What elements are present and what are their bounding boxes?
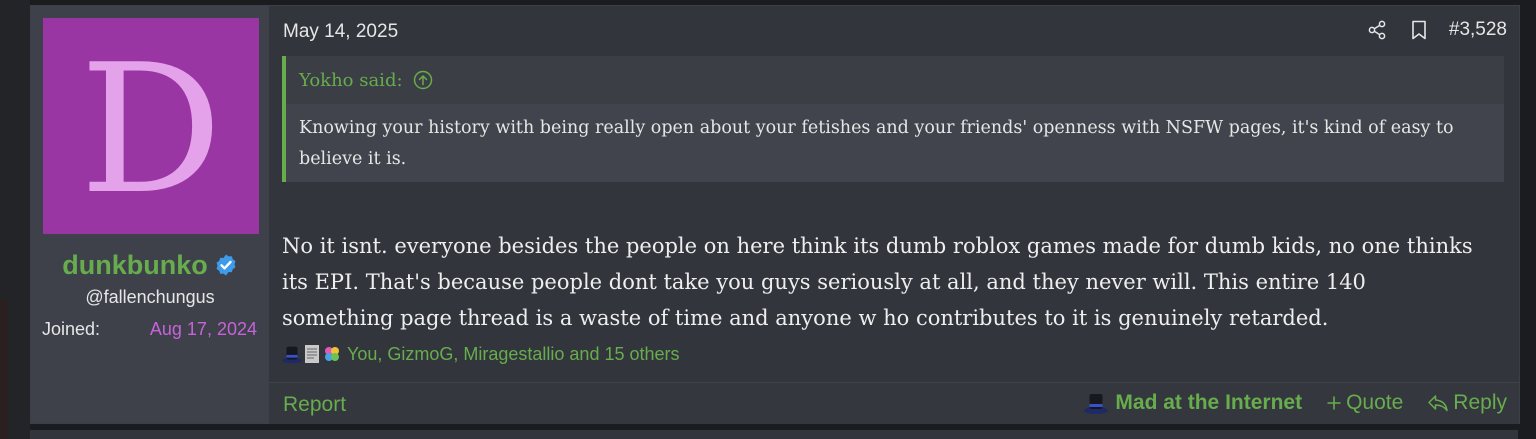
user-handle: @fallenchungus <box>85 287 215 307</box>
quote-author[interactable]: Yokho said: <box>299 70 403 91</box>
quote-text: Knowing your history with being really o… <box>299 118 1454 169</box>
post-message: No it isnt. everyone besides the people … <box>282 234 1473 330</box>
username-link[interactable]: dunkbunko <box>62 250 207 280</box>
reply-button[interactable]: Reply <box>1427 391 1507 415</box>
scroll-icon <box>301 343 323 365</box>
joined-label: Joined: <box>42 319 101 339</box>
plus-icon <box>1326 395 1342 411</box>
reply-arrow-icon <box>1427 393 1449 413</box>
post-footer: Report Mad at the Internet Quote Reply <box>269 382 1519 424</box>
quote-label: Quote <box>1346 391 1404 414</box>
post-date[interactable]: May 14, 2025 <box>283 21 398 43</box>
avatar[interactable]: D <box>43 18 259 234</box>
top-hat-icon <box>1083 391 1109 415</box>
verified-badge-icon <box>216 254 236 276</box>
puzzle-icon <box>321 343 343 365</box>
arrow-up-circle-icon[interactable] <box>413 70 433 90</box>
quote-header[interactable]: Yokho said: <box>286 56 1504 104</box>
reactions-bar[interactable]: You, GizmoG, Miragestallio and 15 others <box>281 343 680 365</box>
reactions-text[interactable]: You, GizmoG, Miragestallio and 15 others <box>347 344 680 365</box>
report-link[interactable]: Report <box>283 393 346 417</box>
quote-block: Yokho said: Knowing your history with be… <box>282 56 1504 182</box>
forum-post: D dunkbunko @fallenchungus Joined: Aug 1… <box>30 5 1520 424</box>
bookmark-icon[interactable] <box>1407 18 1431 42</box>
joined-date: Aug 17, 2024 <box>149 319 257 339</box>
reply-label: Reply <box>1453 391 1507 414</box>
left-page-edge <box>0 0 30 439</box>
share-icon[interactable] <box>1365 18 1389 42</box>
left-edge-shade <box>0 300 8 439</box>
reaction-label: Mad at the Internet <box>1115 391 1303 414</box>
post-actions: Mad at the Internet Quote Reply <box>1083 391 1507 415</box>
next-post-edge <box>30 430 1518 439</box>
post-content: May 14, 2025 #3,528 Yokho said: Knowing … <box>269 6 1519 424</box>
post-number-link[interactable]: #3,528 <box>1449 19 1507 41</box>
user-panel: D dunkbunko @fallenchungus Joined: Aug 1… <box>31 6 269 423</box>
top-hat-icon <box>281 343 303 365</box>
post-header-actions: #3,528 <box>1347 18 1507 42</box>
username-row: dunkbunko <box>31 250 269 281</box>
avatar-letter: D <box>79 26 223 233</box>
quote-button[interactable]: Quote <box>1326 391 1403 415</box>
reaction-button[interactable]: Mad at the Internet <box>1083 391 1302 415</box>
